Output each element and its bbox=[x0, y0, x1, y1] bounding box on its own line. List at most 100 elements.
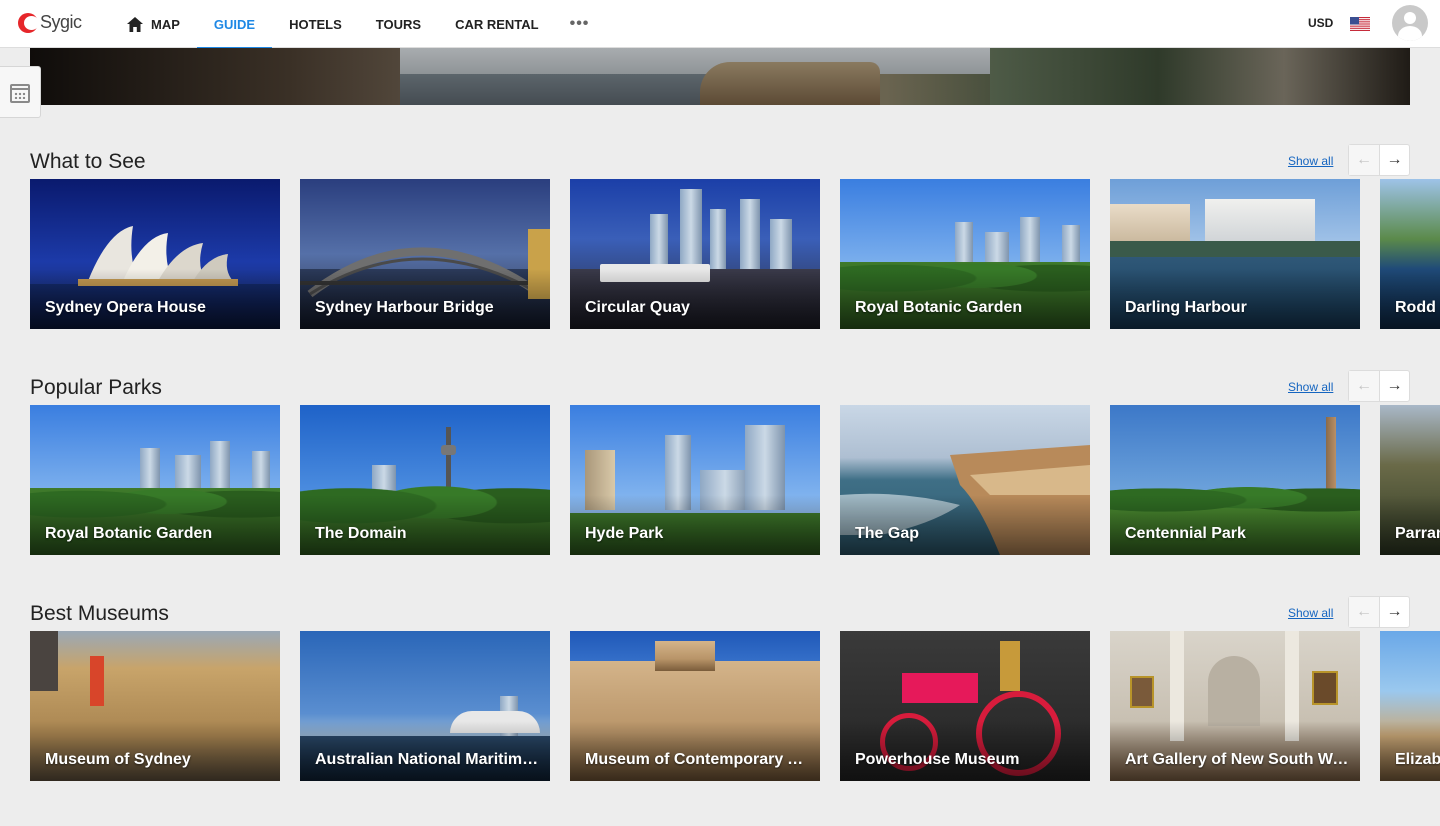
card-label: Royal Botanic Garden bbox=[855, 299, 1023, 316]
card-image-tower bbox=[710, 209, 726, 269]
hero-cliff bbox=[700, 62, 880, 105]
nav-item-hotels-label: HOTELS bbox=[289, 16, 342, 32]
card-label: Elizab bbox=[1395, 751, 1440, 768]
show-all-link[interactable]: Show all bbox=[1288, 154, 1333, 168]
place-card[interactable]: Elizab bbox=[1380, 631, 1440, 781]
nav-item-guide-label: GUIDE bbox=[213, 16, 256, 32]
place-card[interactable]: Sydney Opera House bbox=[30, 179, 280, 329]
fire-engine-boiler-image bbox=[1000, 641, 1020, 691]
place-card[interactable]: Rodd I bbox=[1380, 179, 1440, 329]
nav-item-map[interactable]: MAP bbox=[110, 0, 197, 48]
place-card[interactable]: Sydney Harbour Bridge bbox=[300, 179, 550, 329]
card-label: The Domain bbox=[315, 525, 407, 542]
next-arrow-icon[interactable]: → bbox=[1378, 597, 1409, 627]
place-card[interactable]: Hyde Park bbox=[570, 405, 820, 555]
carousel-pager: ← → bbox=[1348, 370, 1410, 402]
logo-text: Sygic bbox=[40, 12, 82, 32]
card-label: Sydney Harbour Bridge bbox=[315, 299, 494, 316]
sygic-logo-mark-icon bbox=[18, 12, 39, 33]
card-label: Royal Botanic Garden bbox=[45, 525, 213, 542]
section-title: Popular Parks bbox=[30, 376, 162, 399]
card-image-promenade bbox=[1110, 241, 1360, 257]
hero-sea bbox=[390, 74, 710, 105]
card-label: Centennial Park bbox=[1125, 525, 1246, 542]
section-title: Best Museums bbox=[30, 602, 169, 625]
mca-tower-image bbox=[655, 641, 715, 671]
card-label: Circular Quay bbox=[585, 299, 690, 316]
place-card[interactable]: Powerhouse Museum bbox=[840, 631, 1090, 781]
place-card[interactable]: Parran bbox=[1380, 405, 1440, 555]
gallery-painting-image bbox=[1130, 676, 1154, 708]
nav-item-map-label: MAP bbox=[151, 16, 180, 32]
card-image-tower bbox=[680, 189, 702, 269]
user-avatar[interactable] bbox=[1392, 5, 1428, 41]
place-card[interactable]: Museum of Contemporary Art bbox=[570, 631, 820, 781]
place-card[interactable]: Art Gallery of New South Wal… bbox=[1110, 631, 1360, 781]
fire-engine-body-image bbox=[902, 673, 978, 703]
place-card[interactable]: The Gap bbox=[840, 405, 1090, 555]
card-carousel: Royal Botanic Garden The Domain Hyde Par… bbox=[30, 405, 1440, 555]
currency-selector[interactable]: USD bbox=[1308, 16, 1333, 30]
place-card[interactable]: Royal Botanic Garden bbox=[840, 179, 1090, 329]
hero-image bbox=[30, 48, 1410, 105]
gallery-painting-image bbox=[1312, 671, 1338, 705]
card-image-tower bbox=[740, 199, 760, 269]
card-label: Darling Harbour bbox=[1125, 299, 1247, 316]
calendar-icon bbox=[10, 84, 30, 103]
card-label: Art Gallery of New South Wal… bbox=[1125, 751, 1350, 768]
museum-wall-image bbox=[30, 631, 58, 691]
nav-item-car-rental-label: CAR RENTAL bbox=[455, 16, 539, 32]
sygic-logo[interactable]: Sygic bbox=[18, 12, 82, 33]
place-card[interactable]: Royal Botanic Garden bbox=[30, 405, 280, 555]
section-title: What to See bbox=[30, 150, 146, 173]
card-label: Rodd I bbox=[1395, 299, 1440, 316]
place-card[interactable]: Australian National Maritime … bbox=[300, 631, 550, 781]
card-label: Museum of Contemporary Art bbox=[585, 751, 810, 768]
card-image-tower bbox=[650, 214, 668, 269]
card-label: Sydney Opera House bbox=[45, 299, 206, 316]
card-carousel: Sydney Opera House Sydney Harbour Bridge… bbox=[30, 179, 1440, 329]
place-card[interactable]: Darling Harbour bbox=[1110, 179, 1360, 329]
carousel-pager: ← → bbox=[1348, 144, 1410, 176]
next-arrow-icon[interactable]: → bbox=[1378, 145, 1409, 175]
nav-item-hotels[interactable]: HOTELS bbox=[272, 0, 359, 48]
card-label: The Gap bbox=[855, 525, 920, 542]
home-icon bbox=[127, 16, 143, 32]
prev-arrow-icon[interactable]: ← bbox=[1349, 145, 1379, 175]
sydney-tower-pod bbox=[441, 445, 456, 455]
card-image-building bbox=[1110, 204, 1190, 244]
carousel-pager: ← → bbox=[1348, 596, 1410, 628]
show-all-link[interactable]: Show all bbox=[1288, 606, 1333, 620]
nav-item-guide[interactable]: GUIDE bbox=[196, 0, 273, 49]
card-label: Parran bbox=[1395, 525, 1440, 542]
card-image-tower bbox=[770, 219, 792, 269]
card-label: Museum of Sydney bbox=[45, 751, 191, 768]
more-menu-icon[interactable]: ••• bbox=[556, 0, 604, 48]
hero-right-park bbox=[990, 48, 1410, 105]
next-arrow-icon[interactable]: → bbox=[1378, 371, 1409, 401]
top-navigation-bar: Sygic MAP GUIDE HOTELS TOURS CAR RENTAL … bbox=[0, 0, 1440, 49]
card-label: Hyde Park bbox=[585, 525, 664, 542]
card-image-building bbox=[1205, 199, 1315, 244]
avatar-head bbox=[1404, 12, 1416, 24]
card-label: Powerhouse Museum bbox=[855, 751, 1020, 768]
show-all-link[interactable]: Show all bbox=[1288, 380, 1333, 394]
hero-left-cliff bbox=[30, 48, 400, 105]
nav-item-tours[interactable]: TOURS bbox=[359, 0, 438, 48]
card-label: Australian National Maritime … bbox=[315, 751, 540, 768]
nav-item-tours-label: TOURS bbox=[375, 16, 422, 32]
calendar-side-tab[interactable] bbox=[0, 66, 41, 118]
museum-banner-image bbox=[90, 656, 104, 706]
place-card[interactable]: Circular Quay bbox=[570, 179, 820, 329]
card-carousel: Museum of Sydney Australian National Mar… bbox=[30, 631, 1440, 781]
place-card[interactable]: Museum of Sydney bbox=[30, 631, 280, 781]
prev-arrow-icon[interactable]: ← bbox=[1349, 597, 1379, 627]
nav-item-car-rental[interactable]: CAR RENTAL bbox=[438, 0, 556, 48]
prev-arrow-icon[interactable]: ← bbox=[1349, 371, 1379, 401]
place-card[interactable]: The Domain bbox=[300, 405, 550, 555]
place-card[interactable]: Centennial Park bbox=[1110, 405, 1360, 555]
gallery-arch-image bbox=[1208, 656, 1260, 726]
main-nav: MAP GUIDE HOTELS TOURS CAR RENTAL ••• bbox=[110, 0, 604, 49]
avatar-body bbox=[1398, 26, 1422, 41]
us-flag-icon[interactable] bbox=[1350, 17, 1370, 31]
